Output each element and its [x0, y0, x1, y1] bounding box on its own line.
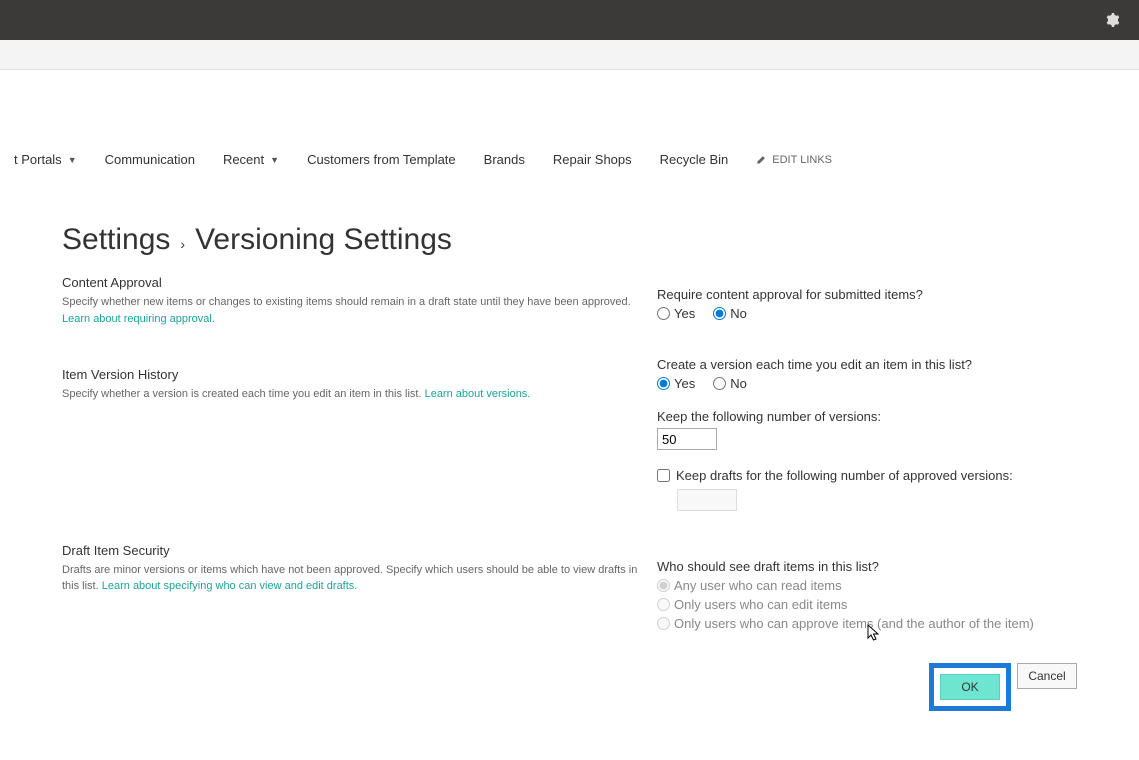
section-desc-content-approval: Specify whether new items or changes to …	[62, 294, 657, 327]
section-title-draft-security: Draft Item Security	[62, 543, 657, 558]
label-keep-versions: Keep the following number of versions:	[657, 409, 1077, 424]
section-title-content-approval: Content Approval	[62, 275, 657, 290]
section-title-version-history: Item Version History	[62, 367, 657, 382]
radio-draft-approve: Only users who can approve items (and th…	[657, 616, 1077, 631]
section-desc-version-history: Specify whether a version is created eac…	[62, 386, 657, 403]
nav-item-repair-shops[interactable]: Repair Shops	[539, 146, 646, 173]
secondary-bar	[0, 40, 1139, 70]
nav-item-brands[interactable]: Brands	[470, 146, 539, 173]
nav-item-customers[interactable]: Customers from Template	[293, 146, 470, 173]
chevron-down-icon: ▼	[270, 155, 279, 165]
nav-item-recycle-bin[interactable]: Recycle Bin	[646, 146, 743, 173]
nav-item-communication[interactable]: Communication	[91, 146, 209, 173]
radio-draft-edit: Only users who can edit items	[657, 597, 1077, 612]
checkbox-keep-drafts-input[interactable]	[657, 469, 670, 482]
ok-button[interactable]: OK	[940, 674, 1000, 700]
radio-version-yes[interactable]: Yes	[657, 376, 695, 391]
nav-item-portals[interactable]: t Portals ▼	[0, 146, 91, 173]
nav-item-recent[interactable]: Recent ▼	[209, 146, 293, 173]
label-keep-drafts: Keep drafts for the following number of …	[676, 468, 1013, 483]
question-approval: Require content approval for submitted i…	[657, 287, 1077, 302]
question-draft-visibility: Who should see draft items in this list?	[657, 559, 1077, 574]
input-keep-drafts-count	[677, 489, 737, 511]
pencil-icon	[756, 154, 767, 165]
question-create-version: Create a version each time you edit an i…	[657, 357, 1077, 372]
learn-link-approval[interactable]: Learn about requiring approval.	[62, 313, 215, 325]
page-title: Versioning Settings	[195, 223, 452, 257]
breadcrumb-settings-link[interactable]: Settings	[62, 223, 170, 257]
breadcrumb: Settings › Versioning Settings	[62, 223, 1139, 257]
nav-item-label: Repair Shops	[553, 152, 632, 167]
nav-item-label: t Portals	[14, 152, 62, 167]
nav-item-label: Communication	[105, 152, 195, 167]
edit-links-button[interactable]: EDIT LINKS	[742, 148, 846, 172]
suite-bar	[0, 0, 1139, 40]
nav-item-label: Recent	[223, 152, 264, 167]
learn-link-drafts[interactable]: Learn about specifying who can view and …	[102, 580, 358, 592]
radio-approval-no[interactable]: No	[713, 306, 747, 321]
radio-version-no[interactable]: No	[713, 376, 747, 391]
breadcrumb-separator: ›	[180, 236, 185, 252]
nav-item-label: Recycle Bin	[660, 152, 729, 167]
highlight-annotation: OK	[929, 663, 1011, 711]
edit-links-label: EDIT LINKS	[772, 154, 832, 166]
top-nav: t Portals ▼ Communication Recent ▼ Custo…	[0, 146, 1139, 173]
section-desc-draft-security: Drafts are minor versions or items which…	[62, 562, 657, 595]
chevron-down-icon: ▼	[68, 155, 77, 165]
radio-draft-any: Any user who can read items	[657, 578, 1077, 593]
radio-approval-yes[interactable]: Yes	[657, 306, 695, 321]
input-keep-versions[interactable]	[657, 428, 717, 450]
nav-item-label: Customers from Template	[307, 152, 456, 167]
learn-link-versions[interactable]: Learn about versions.	[425, 388, 531, 400]
nav-item-label: Brands	[484, 152, 525, 167]
gear-icon[interactable]	[1103, 12, 1119, 28]
checkbox-keep-drafts[interactable]: Keep drafts for the following number of …	[657, 468, 1077, 483]
cancel-button[interactable]: Cancel	[1017, 663, 1077, 689]
